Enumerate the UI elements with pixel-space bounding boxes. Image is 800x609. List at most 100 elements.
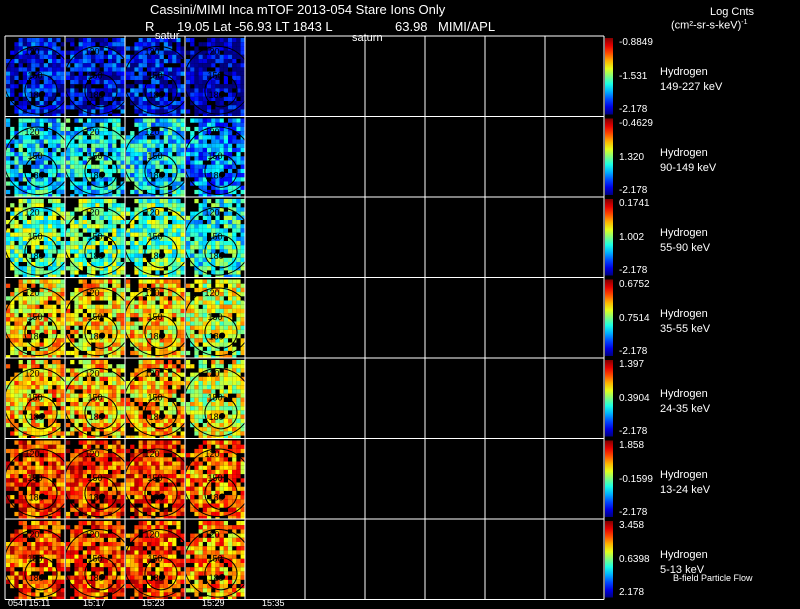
panel-angle-label: 180 <box>149 412 164 422</box>
panel-angle-label: 150 <box>87 393 102 403</box>
panel-angle-label: 120 <box>84 46 99 56</box>
energy-range-label: 13-24 keV <box>660 483 711 496</box>
panel-angle-label: 120 <box>24 368 39 378</box>
energy-range-label: 55-90 keV <box>660 242 711 254</box>
energy-range-label: 35-55 keV <box>660 322 711 335</box>
image-panel: 120 150 180 <box>185 38 245 117</box>
time-label-4: 15:35 <box>262 598 285 608</box>
panel-angle-label: 120 <box>84 127 99 137</box>
image-panel: 120 150 180 <box>5 360 65 439</box>
panel-angle-label: 120 <box>24 288 39 298</box>
image-panel: 120 150 180 <box>5 38 65 117</box>
panel-angle-label: 120 <box>24 449 39 459</box>
panel-angle-label: 120 <box>84 207 99 217</box>
panel-angle-label: 150 <box>27 71 42 81</box>
colorbar-mid-label: 0.6398 <box>619 554 650 565</box>
image-panel: 120 150 180 <box>125 440 185 519</box>
panel-angle-label: 180 <box>29 492 44 502</box>
colorbar-mid-label: -0.1599 <box>619 473 653 485</box>
panel-angle-label: 150 <box>147 232 162 242</box>
image-panel: 120 150 180 <box>185 440 245 519</box>
colorbar <box>605 360 613 437</box>
panel-angle-label: 120 <box>204 288 219 298</box>
panel-angle-label: 120 <box>144 288 159 298</box>
colorbar <box>605 199 613 276</box>
colorbar-min-label: -2.178 <box>619 184 648 196</box>
panel-angle-label: 180 <box>149 90 164 100</box>
image-panel: 120 150 180 <box>65 38 125 117</box>
panel-angle-label: 150 <box>207 151 222 161</box>
colorbar-mid-label: 0.7514 <box>619 312 650 324</box>
panel-angle-label: 120 <box>144 529 159 539</box>
species-label: Hydrogen <box>660 549 708 561</box>
panel-angle-label: 150 <box>207 232 222 242</box>
image-panel: 120 150 180 <box>65 521 125 600</box>
colorbar-mid-label: 1.320 <box>619 151 645 163</box>
panel-angle-label: 150 <box>147 473 162 483</box>
panel-angle-label: 120 <box>204 127 219 137</box>
image-panel: 120 150 180 <box>125 279 185 358</box>
colorbar-max-label: 1.397 <box>619 359 645 370</box>
image-panel: 120 150 180 <box>185 279 245 358</box>
colorbar-max-label: 0.6752 <box>619 278 650 290</box>
panel-angle-label: 150 <box>147 393 162 403</box>
colorbar <box>605 118 613 195</box>
panel-angle-label: 120 <box>144 127 159 137</box>
colorbar-max-label: -0.4629 <box>619 117 653 129</box>
image-panel: 120 150 180 <box>5 118 65 197</box>
image-panel: 120 150 180 <box>65 360 125 439</box>
image-panel: 120 150 180 <box>5 521 65 600</box>
colorbar <box>605 279 613 356</box>
panel-angle-label: 150 <box>147 71 162 81</box>
panel-angle-label: 120 <box>144 368 159 378</box>
colorbar <box>605 440 613 517</box>
energy-range-label: 149-227 keV <box>660 81 723 93</box>
colorbar <box>605 521 613 598</box>
panel-angle-label: 150 <box>147 151 162 161</box>
panel-angle-label: 150 <box>27 473 42 483</box>
panel-angle-label: 180 <box>29 412 44 422</box>
image-panel: 120 150 180 <box>65 118 125 197</box>
panel-angle-label: 150 <box>207 71 222 81</box>
panel-angle-label: 180 <box>29 331 44 341</box>
panel-angle-label: 150 <box>87 151 102 161</box>
panel-angle-label: 180 <box>209 90 224 100</box>
panel-angle-label: 150 <box>27 393 42 403</box>
energy-range-label: 24-35 keV <box>660 403 711 415</box>
panel-angle-label: 180 <box>209 251 224 261</box>
panel-angle-label: 150 <box>27 312 42 322</box>
image-panel: 120 150 180 <box>65 440 125 519</box>
image-panel: 120 150 180 <box>185 360 245 439</box>
colorbar-max-label: -0.8849 <box>619 37 653 48</box>
colorbar-max-label: 3.458 <box>619 520 645 531</box>
colorbar-max-label: 0.1741 <box>619 198 650 209</box>
image-panel: 120 150 180 <box>125 118 185 197</box>
image-panel: 120 150 180 <box>185 118 245 197</box>
image-panel: 120 150 180 <box>125 360 185 439</box>
image-panel: 120 150 180 <box>185 199 245 278</box>
panel-angle-label: 180 <box>89 331 104 341</box>
saturn-label-2: saturn <box>352 32 383 44</box>
species-label: Hydrogen <box>660 307 708 320</box>
panel-angle-label: 150 <box>147 312 162 322</box>
panel-angle-label: 120 <box>24 46 39 56</box>
panel-angle-label: 180 <box>209 412 224 422</box>
colorbar-max-label: 1.858 <box>619 439 645 451</box>
energy-range-label: 90-149 keV <box>660 161 717 174</box>
colorbar-mid-label: -1.531 <box>619 71 648 82</box>
panel-angle-label: 150 <box>207 473 222 483</box>
colorbar-min-label: -2.178 <box>619 426 648 437</box>
panel-angle-label: 120 <box>84 288 99 298</box>
energy-range-label: 5-13 keV <box>660 564 705 576</box>
panel-angle-label: 150 <box>87 473 102 483</box>
image-panel: 120 150 180 <box>65 279 125 358</box>
panel-angle-label: 150 <box>87 312 102 322</box>
image-panel: 120 150 180 <box>125 38 185 117</box>
panel-angle-label: 120 <box>84 449 99 459</box>
colorbar-mid-label: 0.3904 <box>619 393 650 404</box>
colorbar-min-label: -2.178 <box>619 265 648 276</box>
colorbar-min-label: -2.178 <box>619 345 648 357</box>
panel-angle-label: 120 <box>24 127 39 137</box>
panel-angle-label: 150 <box>207 393 222 403</box>
panel-angle-label: 150 <box>207 312 222 322</box>
